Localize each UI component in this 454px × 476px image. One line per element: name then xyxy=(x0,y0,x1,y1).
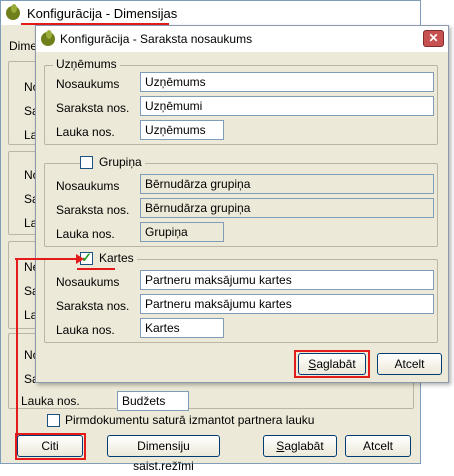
save-label-rest: aglabāt xyxy=(284,439,324,453)
dimensions-window-title: Konfigurācija - Dimensijas xyxy=(27,6,178,21)
row-label: Saraksta nos. xyxy=(56,299,130,313)
dimension-modes-button[interactable]: Dimensiju saist.režīmi xyxy=(107,435,220,473)
row-label: Lauka nos. xyxy=(56,125,115,139)
row-label: Saraksta nos. xyxy=(56,203,130,217)
uznemums-field-field[interactable]: Uzņēmums xyxy=(140,120,224,140)
group-grupina-legend: Grupiņa xyxy=(80,155,145,169)
grupina-checkbox[interactable] xyxy=(80,156,93,169)
dialog-title: Konfigurācija - Saraksta nosaukums xyxy=(60,32,253,46)
close-icon[interactable]: ✕ xyxy=(423,30,444,47)
grupina-label: Grupiņa xyxy=(99,155,142,169)
group-kartes-legend: Kartes xyxy=(80,250,137,266)
group-uznemums-legend: Uzņēmums xyxy=(53,57,120,71)
uznemums-name-field[interactable]: Uzņēmums xyxy=(140,72,434,92)
kartes-field-field[interactable]: Kartes xyxy=(140,318,224,338)
kartes-label: Kartes xyxy=(99,251,134,265)
grupina-field-field: Grupiņa xyxy=(140,222,224,242)
app-logo-icon xyxy=(41,30,55,46)
grupina-list-field: Bērnudārza grupiņa xyxy=(140,198,434,218)
list-name-dialog: Konfigurācija - Saraksta nosaukums ✕ Uzņ… xyxy=(35,25,449,383)
citi-highlight-box xyxy=(15,433,86,460)
kartes-name-field[interactable]: Partneru maksājumu kartes xyxy=(140,270,434,290)
kartes-highlight-underline xyxy=(77,268,115,270)
save-highlight-box xyxy=(294,350,370,378)
row-label: Nosaukums xyxy=(56,77,120,91)
dialog-titlebar: Konfigurācija - Saraksta nosaukums ✕ xyxy=(36,26,448,52)
row-label: Nosaukums xyxy=(56,179,120,193)
app-logo-icon xyxy=(6,4,20,20)
dialog-cancel-button[interactable]: Atcelt xyxy=(377,353,442,375)
back-save-button[interactable]: Saglabāt xyxy=(263,435,337,457)
row-label: Lauka nos. xyxy=(56,227,115,241)
kartes-list-field[interactable]: Partneru maksājumu kartes xyxy=(140,294,434,314)
arrow-head-icon xyxy=(76,254,84,264)
partner-field-checkbox[interactable] xyxy=(47,414,60,427)
back-cancel-button[interactable]: Atcelt xyxy=(345,435,411,457)
partner-field-label: Pirmdokumentu saturā izmantot partnera l… xyxy=(65,413,315,427)
row-label: Lauka nos. xyxy=(56,323,115,337)
dimensions-titlebar: Konfigurācija - Dimensijas xyxy=(1,1,420,25)
row-label: Saraksta nos. xyxy=(56,101,130,115)
row-label: Nosaukums xyxy=(56,275,120,289)
uznemums-list-field[interactable]: Uzņēmumi xyxy=(140,96,434,116)
lauka-nos-field[interactable]: Budžets xyxy=(117,391,189,411)
lauka-nos-label: Lauka nos. xyxy=(21,394,80,408)
annotation-arrow-line xyxy=(15,258,77,260)
grupina-name-field: Bērnudārza grupiņa xyxy=(140,174,434,194)
annotation-connector-line xyxy=(16,259,18,437)
